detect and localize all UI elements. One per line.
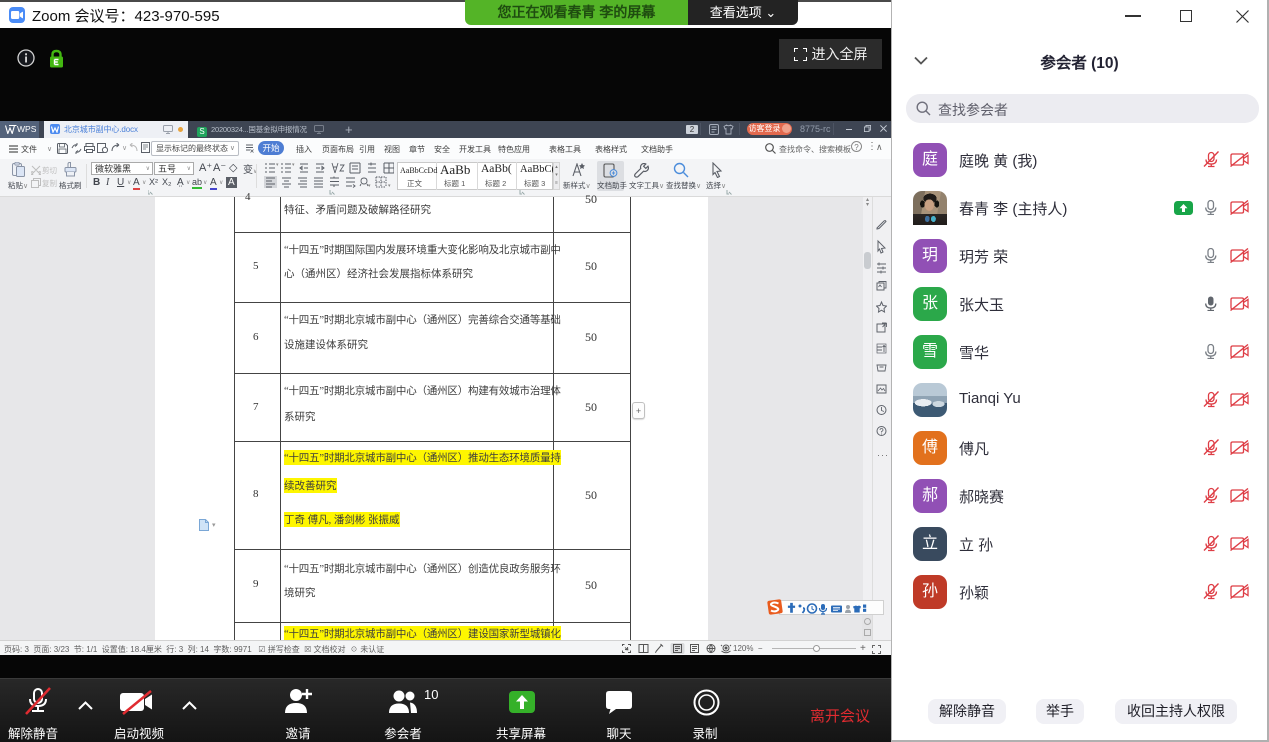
svg-text:▾: ▾	[368, 183, 371, 188]
svg-text:▾: ▾	[292, 162, 295, 168]
svg-text:▾: ▾	[276, 162, 279, 168]
svg-text:▾: ▾	[388, 183, 391, 188]
